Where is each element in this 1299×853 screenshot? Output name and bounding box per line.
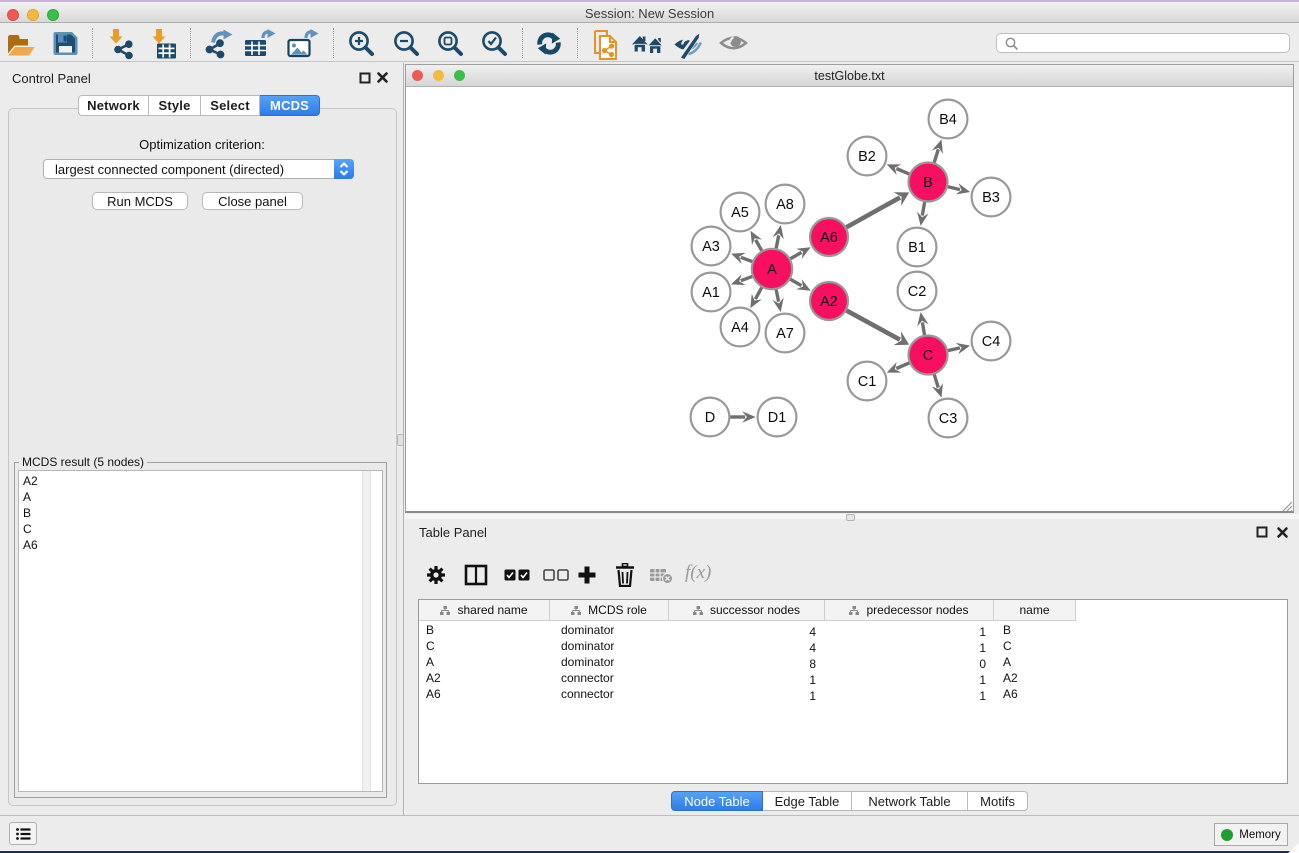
svg-text:A1: A1 <box>702 285 720 301</box>
svg-text:A3: A3 <box>702 239 720 255</box>
svg-text:A8: A8 <box>776 197 794 213</box>
svg-text:C: C <box>923 348 933 364</box>
svg-text:C4: C4 <box>982 334 1001 350</box>
svg-text:A5: A5 <box>731 205 749 221</box>
svg-text:A6: A6 <box>820 230 838 246</box>
svg-text:A4: A4 <box>731 320 749 336</box>
svg-text:B: B <box>923 175 933 191</box>
svg-text:D1: D1 <box>768 410 787 426</box>
svg-text:B1: B1 <box>908 240 926 256</box>
svg-text:A2: A2 <box>820 294 838 310</box>
svg-text:A7: A7 <box>776 326 794 342</box>
svg-text:B2: B2 <box>858 149 876 165</box>
svg-text:B3: B3 <box>982 190 1000 206</box>
svg-text:D: D <box>705 410 715 426</box>
svg-text:C2: C2 <box>908 284 927 300</box>
svg-text:C3: C3 <box>939 411 958 427</box>
svg-text:A: A <box>767 262 777 278</box>
svg-text:B4: B4 <box>939 112 957 128</box>
svg-text:C1: C1 <box>858 374 877 390</box>
